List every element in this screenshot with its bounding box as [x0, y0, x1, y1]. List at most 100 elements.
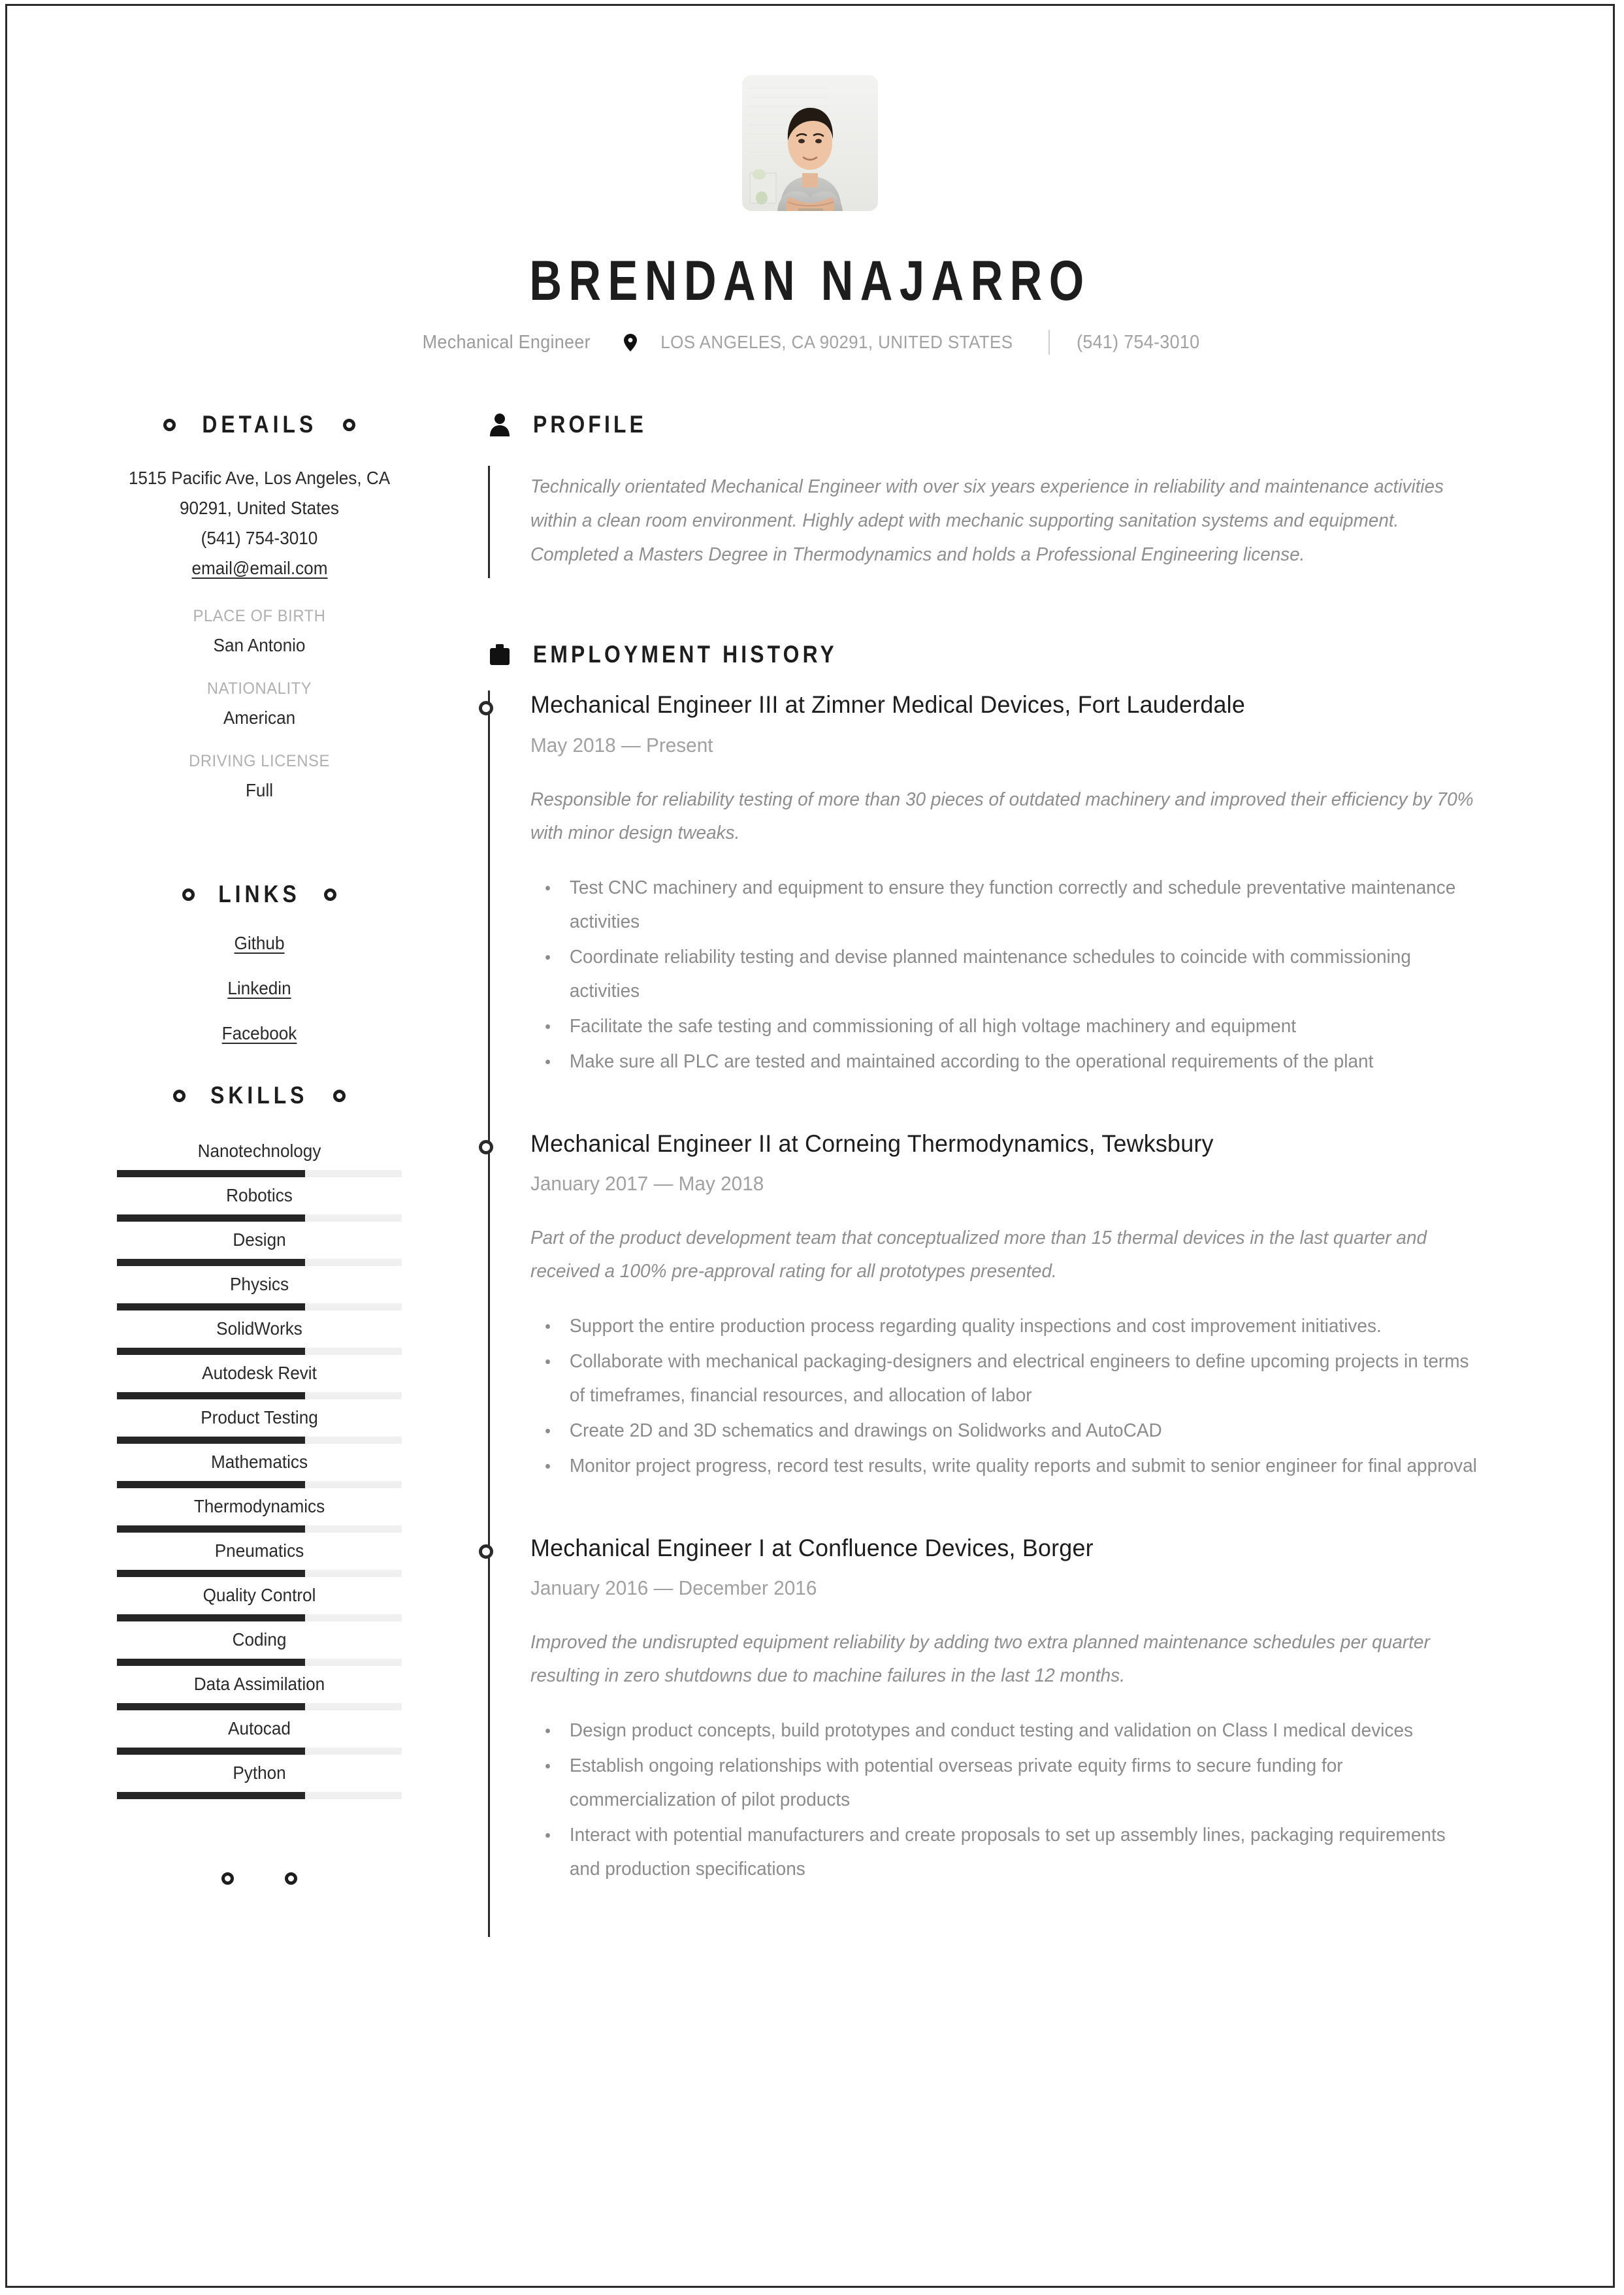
skills-heading: SKILLS	[117, 1082, 402, 1109]
timeline-dot-icon	[479, 701, 493, 716]
details-phone: (541) 754-3010	[201, 528, 318, 549]
links-heading: LINKS	[117, 881, 402, 908]
skill-level-track	[117, 1570, 402, 1578]
details-heading-label: DETAILS	[202, 411, 317, 438]
skill-level-fill	[117, 1303, 305, 1311]
skill-level-fill	[117, 1481, 305, 1489]
skill-name: Quality Control	[203, 1585, 316, 1606]
employment-dates: May 2018 — Present	[530, 733, 713, 757]
employment-bullet: Establish ongoing relationships with pot…	[530, 1749, 1480, 1817]
link-github[interactable]: Github	[124, 933, 395, 954]
link-linkedin[interactable]: Linkedin	[124, 978, 395, 999]
employment-bullet: Monitor project progress, record test re…	[530, 1449, 1480, 1483]
resume-body: DETAILS 1515 Pacific Ave, Los Angeles, C…	[7, 411, 1613, 1938]
skill-level-fill	[117, 1214, 305, 1222]
skill-level-track	[117, 1170, 402, 1178]
ring-left-icon	[173, 1089, 186, 1102]
skill-level-track	[117, 1481, 402, 1489]
skills-list: Nanotechnology Robotics Design Physics Solid…	[117, 1134, 402, 1800]
employment-bullet: Facilitate the safe testing and commissi…	[530, 1009, 1480, 1043]
skill-name: Product Testing	[201, 1407, 318, 1428]
employment-summary: Responsible for reliability testing of m…	[530, 789, 1474, 843]
employment-bullet: Collaborate with mechanical packaging-de…	[530, 1344, 1480, 1412]
skill-level-track	[117, 1348, 402, 1356]
email-link[interactable]: email@email.com	[191, 553, 327, 583]
skill-name: Design	[233, 1229, 286, 1250]
skill-name: Python	[233, 1763, 286, 1783]
detail-value-nationality: American	[223, 708, 296, 728]
address-line-2: 90291, United States	[179, 498, 340, 519]
links-heading-label: LINKS	[218, 881, 300, 908]
header-divider	[1048, 330, 1050, 355]
skill-item: Pneumatics	[117, 1534, 402, 1578]
header-phone: (541) 754-3010	[1076, 331, 1200, 353]
ring-left-icon	[182, 888, 195, 901]
employment-bullet: Coordinate reliability testing and devis…	[530, 940, 1480, 1008]
employment-heading: EMPLOYMENT HISTORY	[488, 641, 1515, 668]
skill-item: Product Testing	[117, 1401, 402, 1444]
employment-title: Mechanical Engineer I at Confluence Devi…	[530, 1535, 1094, 1562]
skill-item: Physics	[117, 1267, 402, 1311]
ring-left-icon	[163, 418, 176, 431]
detail-label-driving-license: DRIVING LICENSE	[189, 752, 330, 771]
skill-level-fill	[117, 1570, 305, 1578]
skill-level-track	[117, 1259, 402, 1267]
employment-bullet: Interact with potential manufacturers an…	[530, 1818, 1480, 1886]
skill-level-fill	[117, 1748, 305, 1755]
employment-title: Mechanical Engineer II at Corneing Therm…	[530, 1130, 1214, 1157]
resume-header: BRENDAN NAJARRO Mechanical Engineer LOS …	[7, 6, 1613, 355]
skill-level-fill	[117, 1792, 305, 1800]
link-facebook[interactable]: Facebook	[124, 1023, 395, 1044]
page-title: BRENDAN NAJARRO	[529, 250, 1091, 312]
skill-name: Pneumatics	[214, 1540, 304, 1561]
resume-sheet: BRENDAN NAJARRO Mechanical Engineer LOS …	[5, 4, 1615, 2288]
skill-level-track	[117, 1614, 402, 1622]
skill-item: Python	[117, 1756, 402, 1800]
employment-timeline: Mechanical Engineer III at Zimner Medica…	[479, 691, 1515, 1938]
profile-heading: PROFILE	[488, 411, 1515, 438]
employment-summary: Improved the undisrupted equipment relia…	[530, 1632, 1430, 1687]
skill-level-fill	[117, 1392, 305, 1400]
ring-right-icon	[324, 888, 336, 901]
header-subline: Mechanical Engineer LOS ANGELES, CA 9029…	[7, 330, 1613, 355]
employment-bullet-list: Test CNC machinery and equipment to ensu…	[530, 871, 1515, 1079]
employment-title: Mechanical Engineer III at Zimner Medica…	[530, 691, 1245, 719]
sidebar: DETAILS 1515 Pacific Ave, Los Angeles, C…	[117, 411, 402, 1937]
employment-dates: January 2016 — December 2016	[530, 1576, 817, 1600]
skill-item: Thermodynamics	[117, 1489, 402, 1533]
skill-level-fill	[117, 1259, 305, 1267]
skill-name: Autocad	[228, 1718, 291, 1739]
employment-bullet: Test CNC machinery and equipment to ensu…	[530, 871, 1480, 939]
skill-level-fill	[117, 1525, 305, 1533]
skill-name: Coding	[232, 1629, 287, 1650]
employment-heading-label: EMPLOYMENT HISTORY	[533, 641, 837, 668]
details-address: 1515 Pacific Ave, Los Angeles, CA 90291,…	[117, 463, 402, 583]
skill-level-fill	[117, 1348, 305, 1356]
main-content: PROFILE Technically orientated Mechanica…	[402, 411, 1515, 1938]
address-line-1: 1515 Pacific Ave, Los Angeles, CA	[128, 468, 391, 489]
ring-right-icon	[343, 418, 356, 431]
next-section-heading-partial	[117, 1872, 402, 1885]
ring-left-icon	[221, 1872, 234, 1885]
employment-summary: Part of the product development team tha…	[530, 1228, 1427, 1282]
skill-level-track	[117, 1792, 402, 1800]
skills-section: SKILLS Nanotechnology Robotics Design Physi…	[117, 1082, 402, 1800]
skill-name: SolidWorks	[216, 1318, 302, 1339]
skill-name: Mathematics	[210, 1452, 308, 1473]
skill-item: SolidWorks	[117, 1312, 402, 1356]
employment-entry: Mechanical Engineer II at Corneing Therm…	[479, 1130, 1515, 1534]
employment-bullet-list: Design product concepts, build prototype…	[530, 1714, 1515, 1886]
skill-name: Thermodynamics	[193, 1496, 325, 1517]
employment-bullet: Create 2D and 3D schematics and drawings…	[530, 1414, 1480, 1448]
employment-entry: Mechanical Engineer III at Zimner Medica…	[479, 691, 1515, 1129]
resume-page: BRENDAN NAJARRO Mechanical Engineer LOS …	[0, 0, 1624, 2295]
timeline-dot-icon	[479, 1544, 493, 1559]
skill-item: Nanotechnology	[117, 1134, 402, 1178]
profile-body: Technically orientated Mechanical Engine…	[488, 466, 1515, 579]
briefcase-icon	[488, 643, 512, 666]
employment-section: EMPLOYMENT HISTORY Mechanical Engineer I…	[479, 641, 1515, 1938]
employment-bullet: Make sure all PLC are tested and maintai…	[530, 1045, 1480, 1079]
skills-heading-label: SKILLS	[210, 1082, 308, 1109]
employment-entry: Mechanical Engineer I at Confluence Devi…	[479, 1534, 1515, 1937]
detail-nationality: NATIONALITY American	[117, 679, 402, 728]
